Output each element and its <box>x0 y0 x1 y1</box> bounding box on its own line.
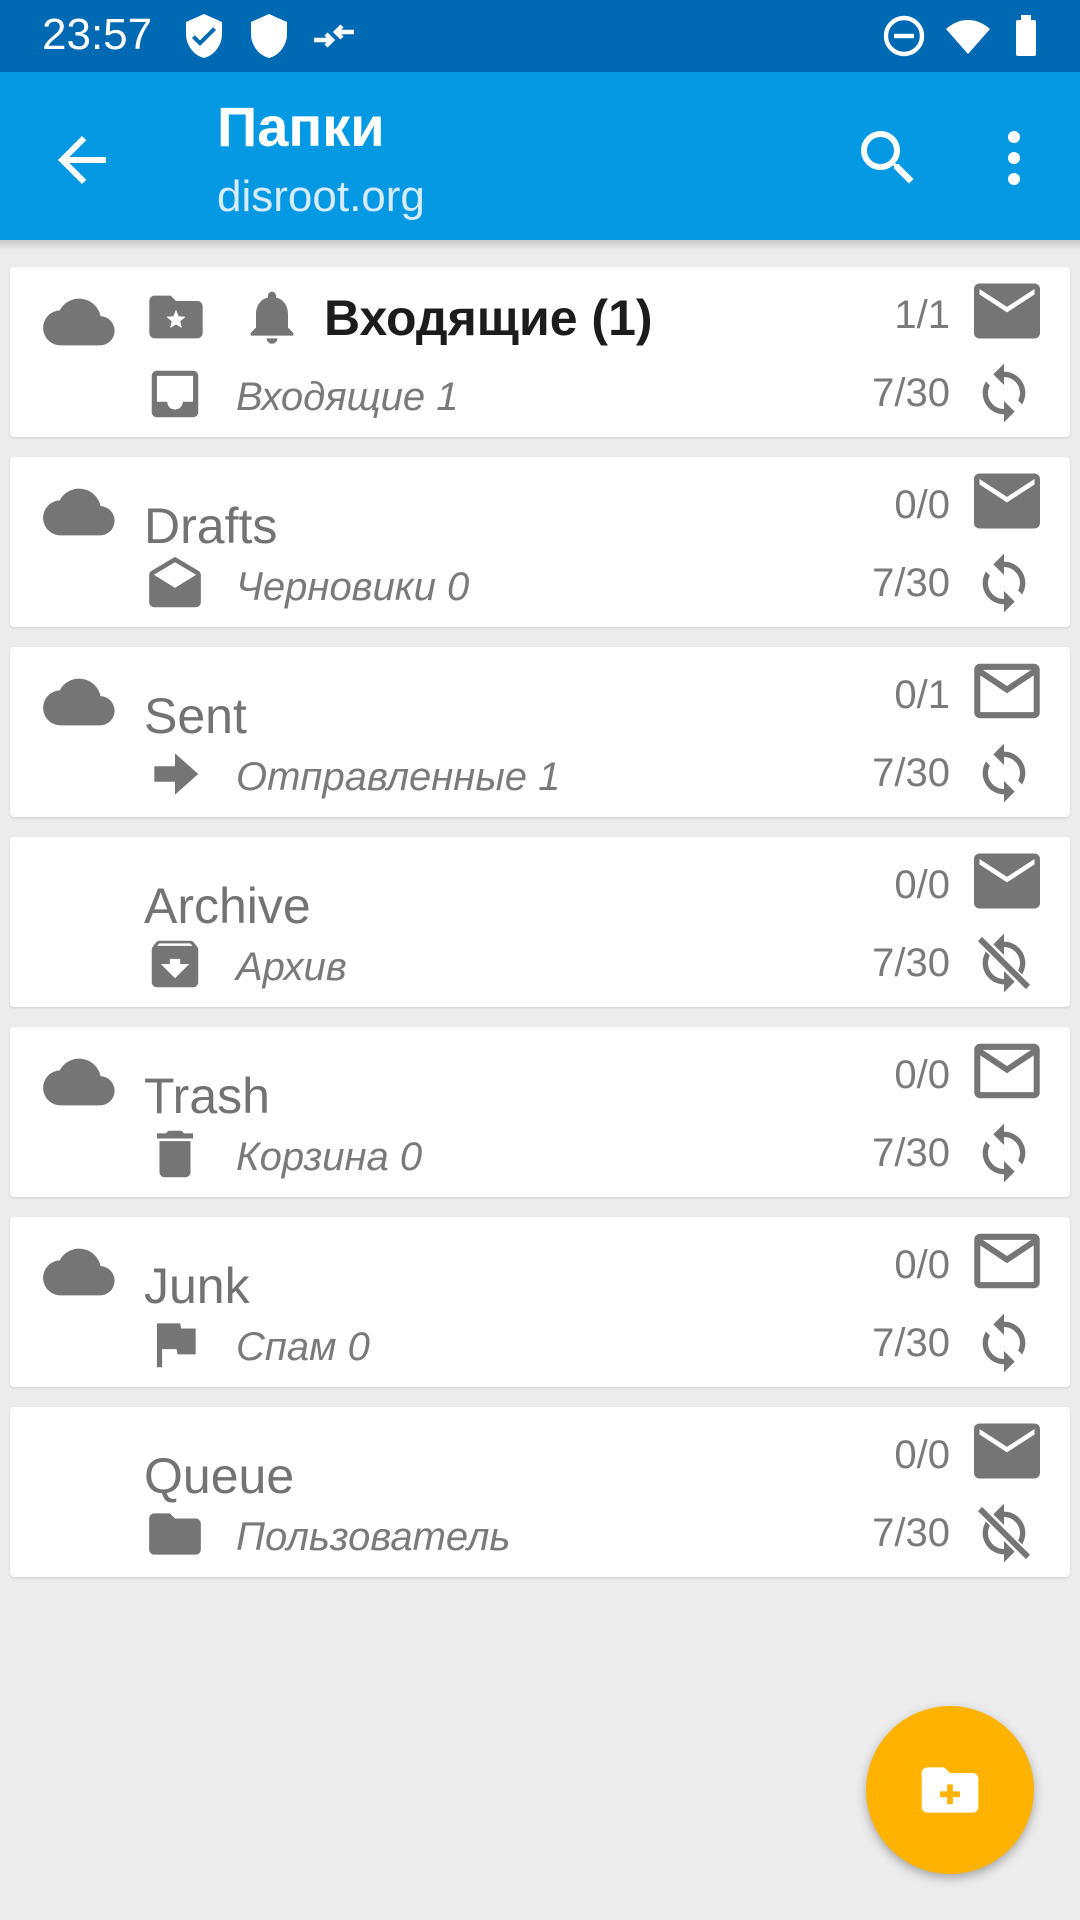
folder-row[interactable]: Sent 0/1 Отправленные 1 7/30 <box>10 647 1070 817</box>
folder-display-name: Корзина 0 <box>236 1135 423 1179</box>
folder-name: Входящие (1) <box>324 290 653 346</box>
folder-icon <box>144 1503 206 1565</box>
mail-filled-icon[interactable] <box>974 853 1040 909</box>
sync-days-count: 7/30 <box>872 751 950 795</box>
battery-icon <box>1016 15 1036 56</box>
sync-icon[interactable] <box>972 1121 1036 1185</box>
create-folder-icon <box>921 1767 979 1813</box>
create-folder-fab[interactable] <box>866 1706 1034 1874</box>
folder-star-icon <box>144 285 208 349</box>
mail-outline-icon[interactable] <box>974 663 1040 719</box>
folder-display-name: Черновики 0 <box>236 565 470 609</box>
search-icon[interactable] <box>852 122 924 194</box>
folder-display-name: Входящие 1 <box>236 375 459 419</box>
cloud-icon <box>34 477 124 547</box>
folder-name: Drafts <box>144 498 278 554</box>
folder-display-name: Архив <box>236 945 347 989</box>
status-time: 23:57 <box>42 10 153 59</box>
mail-filled-icon[interactable] <box>974 283 1040 339</box>
mail-filled-icon[interactable] <box>974 473 1040 529</box>
shield-check-icon <box>186 14 222 58</box>
unread-count: 0/0 <box>894 1243 950 1287</box>
more-vert-icon[interactable] <box>978 122 1050 194</box>
sync-icon[interactable] <box>972 1311 1036 1375</box>
flag-icon <box>144 1313 206 1375</box>
unread-count: 0/0 <box>894 483 950 527</box>
send-icon <box>144 743 206 805</box>
unread-count: 0/1 <box>894 673 950 717</box>
folder-row[interactable]: Junk 0/0 Спам 0 7/30 <box>10 1217 1070 1387</box>
unread-count: 1/1 <box>894 293 950 337</box>
folder-row[interactable]: Queue 0/0 Пользователь 7/30 <box>10 1407 1070 1577</box>
sync-days-count: 7/30 <box>872 561 950 605</box>
drafts-icon <box>144 553 206 615</box>
app-bar: Папки disroot.org <box>0 72 1080 240</box>
arrow-back-icon[interactable] <box>46 124 118 196</box>
do-not-disturb-icon <box>883 15 925 57</box>
mail-outline-icon[interactable] <box>974 1233 1040 1289</box>
sync-icon[interactable] <box>972 741 1036 805</box>
account-subtitle: disroot.org <box>217 172 425 221</box>
status-bar: 23:57 <box>0 0 1080 72</box>
data-transfer-icon <box>314 24 354 48</box>
sync-icon[interactable] <box>972 361 1036 425</box>
folder-display-name: Пользователь <box>236 1515 511 1559</box>
mail-filled-icon[interactable] <box>974 1423 1040 1479</box>
inbox-icon <box>144 363 206 425</box>
trash-icon <box>144 1123 206 1185</box>
folder-row[interactable]: Drafts 0/0 Черновики 0 7/30 <box>10 457 1070 627</box>
shield-icon <box>251 14 287 58</box>
sync-icon[interactable] <box>972 551 1036 615</box>
folder-row[interactable]: Archive 0/0 Архив 7/30 <box>10 837 1070 1007</box>
sync-days-count: 7/30 <box>872 1131 950 1175</box>
sync-off-icon[interactable] <box>972 1501 1036 1565</box>
folder-name: Trash <box>144 1068 270 1124</box>
sync-days-count: 7/30 <box>872 371 950 415</box>
folder-name: Queue <box>144 1448 295 1504</box>
wifi-icon <box>946 20 990 54</box>
folder-name: Sent <box>144 688 247 744</box>
folder-display-name: Спам 0 <box>236 1325 370 1369</box>
sync-days-count: 7/30 <box>872 1321 950 1365</box>
archive-icon <box>144 933 206 995</box>
folder-name: Archive <box>144 878 311 934</box>
bell-icon[interactable] <box>240 285 304 349</box>
cloud-icon <box>34 1237 124 1307</box>
unread-count: 0/0 <box>894 1433 950 1477</box>
sync-days-count: 7/30 <box>872 1511 950 1555</box>
folder-display-name: Отправленные 1 <box>236 755 561 799</box>
cloud-icon <box>34 287 124 357</box>
mail-outline-icon[interactable] <box>974 1043 1040 1099</box>
unread-count: 0/0 <box>894 863 950 907</box>
cloud-icon <box>34 667 124 737</box>
sync-off-icon[interactable] <box>972 931 1036 995</box>
app-bar-shadow <box>0 240 1080 250</box>
folder-row[interactable]: Входящие (1) 1/1 Входящие 1 7/30 <box>10 267 1070 437</box>
folder-name: Junk <box>144 1258 250 1314</box>
sync-days-count: 7/30 <box>872 941 950 985</box>
unread-count: 0/0 <box>894 1053 950 1097</box>
page-title: Папки <box>217 95 385 158</box>
folder-row[interactable]: Trash 0/0 Корзина 0 7/30 <box>10 1027 1070 1197</box>
cloud-icon <box>34 1047 124 1117</box>
